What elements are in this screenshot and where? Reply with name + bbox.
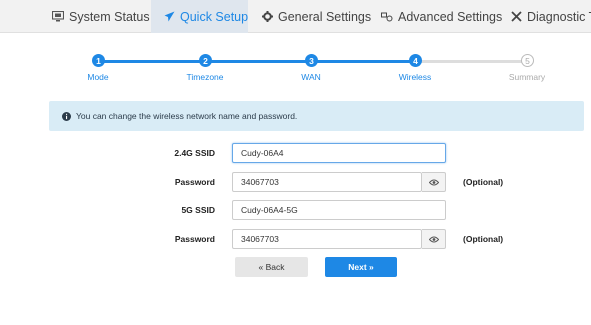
password-24g-label: Password [174,177,215,187]
step-label-timezone: Timezone [186,72,224,82]
ssid-24g-label: 2.4G SSID [174,148,215,158]
optional-note-24g: (Optional) [463,177,504,187]
advanced-settings-icon [381,12,393,22]
step-dot-mode: 1 [92,54,105,67]
tools-icon [511,11,522,22]
monitor-icon [52,11,64,22]
send-icon [164,11,175,22]
top-nav: System Status Quick Setup General Settin… [0,0,591,33]
tab-label: Diagnostic Too [527,9,591,24]
info-banner: You can change the wireless network name… [49,101,584,131]
step-dot-summary: 5 [521,54,534,67]
gear-icon [262,11,273,22]
tab-diagnostic-tools[interactable]: Diagnostic Too [511,0,591,33]
password-5g-label: Password [174,234,215,244]
tab-general-settings[interactable]: General Settings [262,0,371,33]
optional-note-5g: (Optional) [463,234,504,244]
show-password-5g-button[interactable] [422,229,446,249]
tab-label: Quick Setup [180,9,249,24]
step-dot-wireless: 4 [409,54,422,67]
step-dot-wan: 3 [305,54,318,67]
eye-icon [428,173,439,191]
router-quick-setup-page: System Status Quick Setup General Settin… [0,0,591,325]
back-button[interactable]: « Back [235,257,308,277]
ssid-5g-label: 5G SSID [181,205,215,215]
ssid-24g-input[interactable] [232,143,446,163]
progress-line-complete [98,60,416,63]
step-dot-timezone: 2 [199,54,212,67]
info-text: You can change the wireless network name… [76,111,298,121]
setup-stepper: 1 Mode 2 Timezone 3 WAN 4 Wireless 5 Sum… [0,50,591,90]
tab-label: Advanced Settings [398,9,503,24]
info-icon [62,111,71,121]
step-label-summary: Summary [508,72,546,82]
step-label-wan: WAN [301,72,321,82]
eye-icon [428,230,439,248]
step-label-mode: Mode [87,72,109,82]
tab-advanced-settings[interactable]: Advanced Settings [381,0,502,33]
tab-quick-setup[interactable]: Quick Setup [151,0,248,33]
tab-system-status[interactable]: System Status [52,0,150,33]
password-24g-input[interactable] [232,172,422,192]
step-label-wireless: Wireless [398,72,432,82]
next-button[interactable]: Next » [325,257,397,277]
progress-line-remaining [416,60,528,63]
ssid-5g-input[interactable] [232,200,446,220]
password-5g-input[interactable] [232,229,422,249]
tab-label: General Settings [278,9,372,24]
show-password-24g-button[interactable] [422,172,446,192]
tab-label: System Status [69,9,150,24]
